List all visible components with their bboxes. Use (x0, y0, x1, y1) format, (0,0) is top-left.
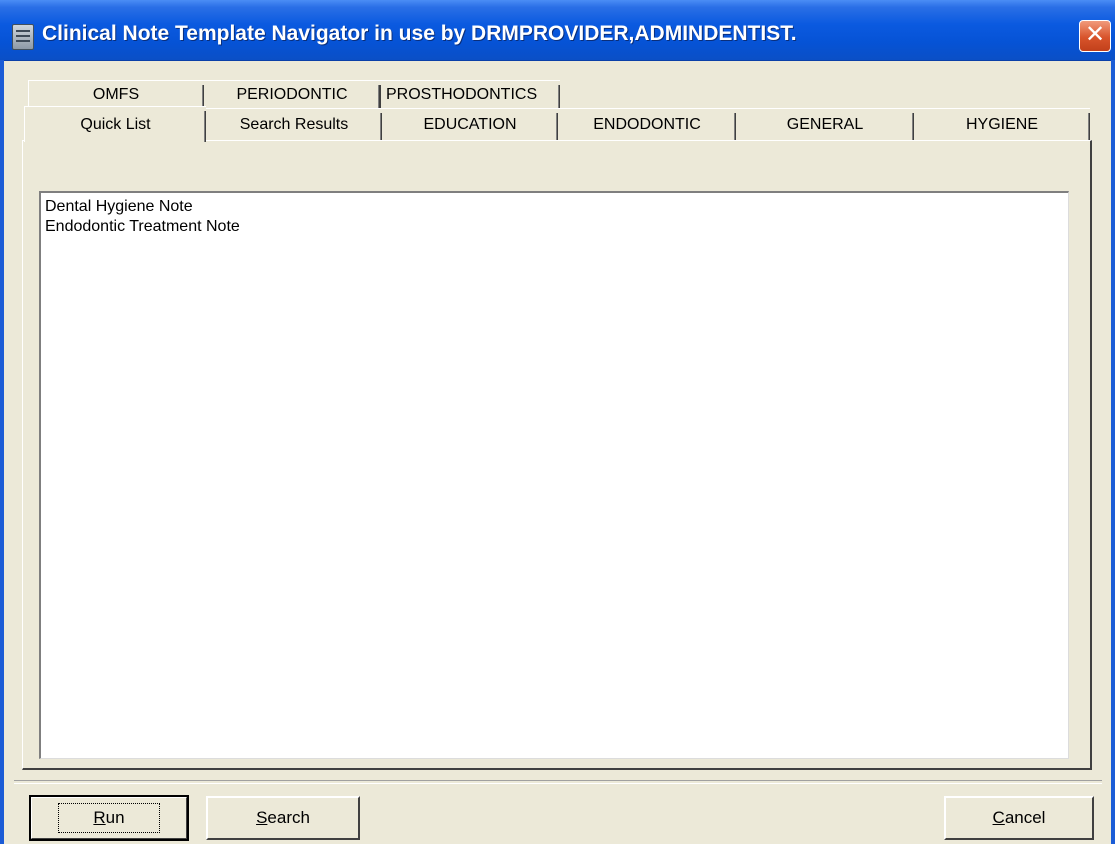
tab-education[interactable]: EDUCATION (382, 108, 558, 140)
tab-label: HYGIENE (965, 115, 1038, 133)
tab-label: Quick List (80, 115, 151, 133)
tab-label: PERIODONTIC (236, 85, 348, 103)
tab-label: EDUCATION (423, 115, 517, 133)
close-icon: ✕ (1084, 21, 1106, 48)
tab-label: Search Results (239, 115, 349, 133)
search-button[interactable]: Search (206, 796, 360, 840)
button-bar-separator (14, 780, 1102, 784)
tab-label: OMFS (92, 85, 140, 103)
window-border-right (1111, 60, 1115, 844)
template-navigator-window: Clinical Note Template Navigator in use … (0, 0, 1115, 844)
list-item[interactable]: Endodontic Treatment Note (45, 217, 1064, 237)
run-button[interactable]: Run (29, 795, 189, 841)
clinical-note-icon (12, 24, 34, 50)
tab-general[interactable]: GENERAL (736, 108, 914, 140)
run-button-label: Run (58, 803, 160, 833)
tab-omfs[interactable]: OMFS (28, 80, 204, 108)
cancel-button[interactable]: Cancel (944, 796, 1094, 840)
list-item[interactable]: Dental Hygiene Note (45, 197, 1064, 217)
tab-quick-list[interactable]: Quick List (24, 106, 206, 142)
tab-label: PROSTHODONTICS (386, 85, 538, 103)
template-listbox[interactable]: Dental Hygiene Note Endodontic Treatment… (39, 191, 1069, 759)
tab-periodontic[interactable]: PERIODONTIC (204, 80, 380, 108)
quick-list-panel: Dental Hygiene Note Endodontic Treatment… (22, 140, 1092, 770)
tab-endodontic[interactable]: ENDODONTIC (558, 108, 736, 140)
window-border-left (0, 60, 4, 844)
tab-search-results[interactable]: Search Results (206, 108, 382, 140)
close-button[interactable]: ✕ (1079, 20, 1111, 52)
title-bar[interactable]: Clinical Note Template Navigator in use … (0, 0, 1115, 61)
tab-label: GENERAL (786, 115, 864, 133)
tab-prosthodontics[interactable]: PROSTHODONTICS (380, 80, 560, 108)
search-button-label: Search (256, 808, 310, 827)
tab-label: ENDODONTIC (593, 115, 701, 133)
window-title: Clinical Note Template Navigator in use … (42, 22, 797, 45)
tab-hygiene[interactable]: HYGIENE (914, 108, 1090, 140)
cancel-button-label: Cancel (992, 808, 1046, 827)
